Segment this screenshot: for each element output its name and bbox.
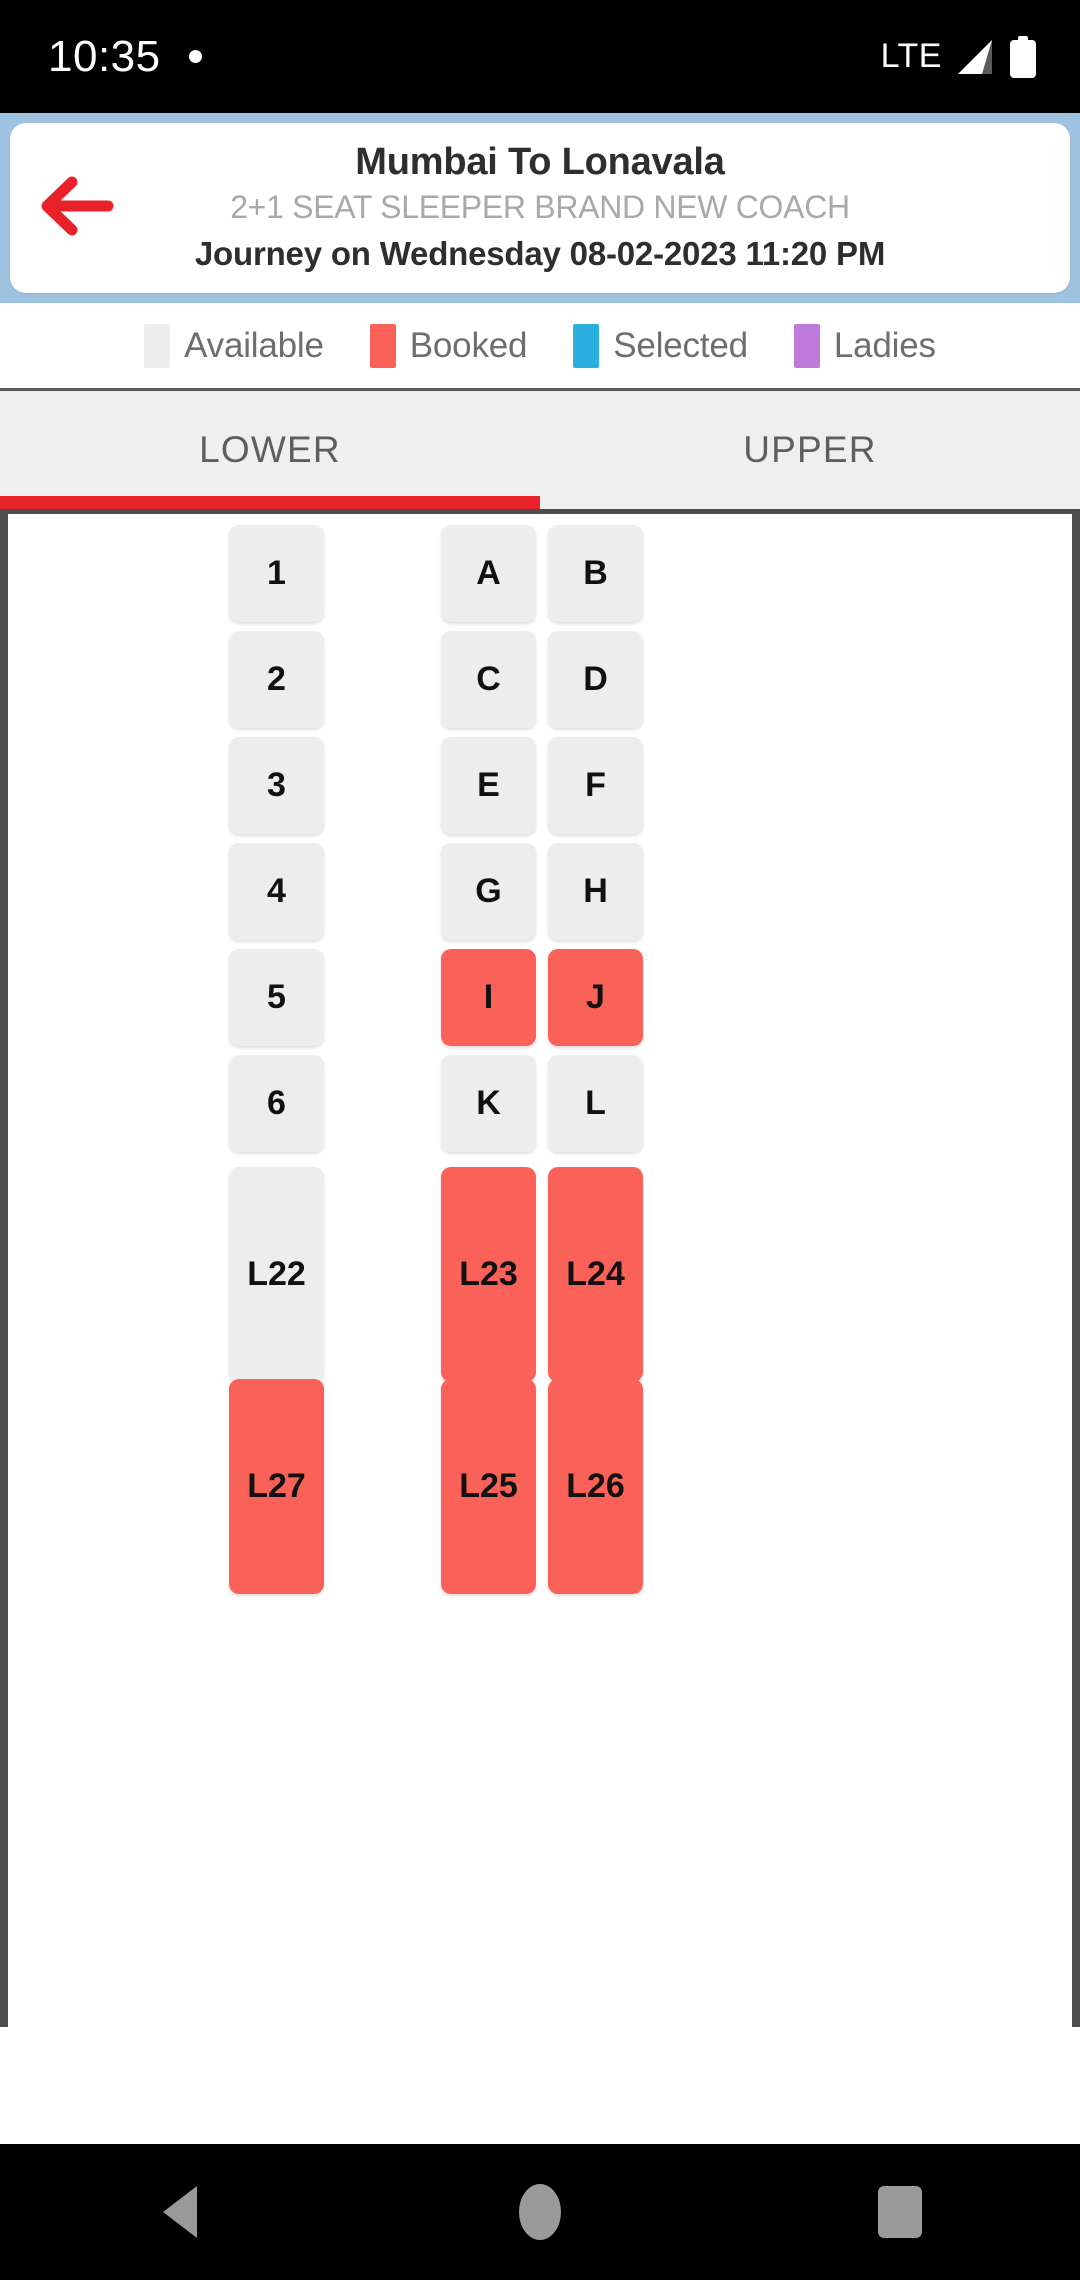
seat-6[interactable]: 6: [229, 1055, 324, 1152]
tab-label: LOWER: [199, 429, 341, 470]
seat-L24[interactable]: L24: [548, 1167, 643, 1382]
legend-label: Ladies: [833, 325, 936, 365]
seat-1[interactable]: 1: [229, 525, 324, 622]
android-navigation-bar: [0, 2144, 1080, 2280]
tab-upper[interactable]: UPPER: [540, 391, 1080, 509]
header-band: Mumbai To Lonavala 2+1 SEAT SLEEPER BRAN…: [0, 113, 1080, 303]
active-tab-indicator: [0, 496, 540, 509]
route-title: Mumbai To Lonavala: [355, 141, 725, 184]
seat-C[interactable]: C: [441, 631, 536, 728]
legend-item-selected: Selected: [573, 323, 748, 368]
nav-home-circle-icon: [519, 2184, 561, 2240]
seat-5[interactable]: 5: [229, 949, 324, 1046]
seat-H[interactable]: H: [548, 843, 643, 940]
seat-3[interactable]: 3: [229, 737, 324, 834]
nav-home-button[interactable]: [465, 2144, 615, 2280]
deck-tabs: LOWER UPPER: [0, 391, 1080, 513]
legend-swatch-ladies-icon: [793, 323, 820, 368]
legend-item-available: Available: [144, 323, 324, 368]
seat-A[interactable]: A: [441, 525, 536, 622]
journey-day: Wednesday: [379, 234, 561, 272]
nav-recents-button[interactable]: [825, 2144, 975, 2280]
seat-L22[interactable]: L22: [229, 1167, 324, 1382]
seat-layout-container: 1 A B 2 C D 3 E F 4 G H 5 I J 6 K L L22 L23 L24 L27 L25 L26: [0, 509, 1080, 2027]
coach-subtitle: 2+1 SEAT SLEEPER BRAND NEW COACH: [230, 189, 850, 226]
battery-icon: [1010, 35, 1036, 78]
tab-label: UPPER: [743, 429, 877, 470]
legend-swatch-selected-icon: [573, 323, 600, 368]
arrow-left-icon: [38, 175, 114, 242]
seat-D[interactable]: D: [548, 631, 643, 728]
seat-2[interactable]: 2: [229, 631, 324, 728]
journey-header-card: Mumbai To Lonavala 2+1 SEAT SLEEPER BRAN…: [10, 123, 1070, 293]
nav-back-triangle-icon: [163, 2186, 197, 2238]
journey-label: Journey on: [194, 234, 371, 272]
seat-B[interactable]: B: [548, 525, 643, 622]
status-bar-right: LTE: [880, 35, 1036, 78]
legend-label: Available: [184, 325, 324, 365]
seat-F[interactable]: F: [548, 737, 643, 834]
status-bar: 10:35 LTE: [0, 0, 1080, 113]
legend-swatch-booked-icon: [369, 323, 396, 368]
header-text-block: Mumbai To Lonavala 2+1 SEAT SLEEPER BRAN…: [10, 140, 1070, 275]
tab-lower[interactable]: LOWER: [0, 391, 540, 509]
legend-label: Booked: [409, 325, 528, 365]
network-type-label: LTE: [880, 37, 942, 75]
status-clock: 10:35: [48, 31, 161, 81]
signal-bars-icon: [956, 38, 996, 76]
seat-E[interactable]: E: [441, 737, 536, 834]
nav-recents-square-icon: [878, 2186, 922, 2238]
legend-item-booked: Booked: [369, 323, 528, 368]
seat-K[interactable]: K: [441, 1055, 536, 1152]
journey-date: 08-02-2023: [569, 234, 737, 272]
seat-legend: Available Booked Selected Ladies: [0, 303, 1080, 391]
seat-J[interactable]: J: [548, 949, 643, 1046]
journey-info: Journey on Wednesday 08-02-2023 11:20 PM: [120, 233, 960, 276]
dot-indicator-icon: [188, 50, 202, 63]
journey-time: 11:20 PM: [745, 234, 886, 272]
back-button[interactable]: [28, 160, 124, 256]
seat-I[interactable]: I: [441, 949, 536, 1046]
seat-L23[interactable]: L23: [441, 1167, 536, 1382]
seat-canvas: 1 A B 2 C D 3 E F 4 G H 5 I J 6 K L L22 L23 L24 L27 L25 L26: [8, 514, 1072, 2027]
seat-G[interactable]: G: [441, 843, 536, 940]
legend-swatch-available-icon: [144, 323, 171, 368]
status-bar-left: 10:35: [48, 32, 202, 82]
nav-back-button[interactable]: [105, 2144, 255, 2280]
seat-L[interactable]: L: [548, 1055, 643, 1152]
seat-L26[interactable]: L26: [548, 1379, 643, 1594]
legend-label: Selected: [613, 325, 748, 365]
legend-item-ladies: Ladies: [793, 323, 936, 368]
seat-4[interactable]: 4: [229, 843, 324, 940]
seat-L25[interactable]: L25: [441, 1379, 536, 1594]
seat-L27[interactable]: L27: [229, 1379, 324, 1594]
